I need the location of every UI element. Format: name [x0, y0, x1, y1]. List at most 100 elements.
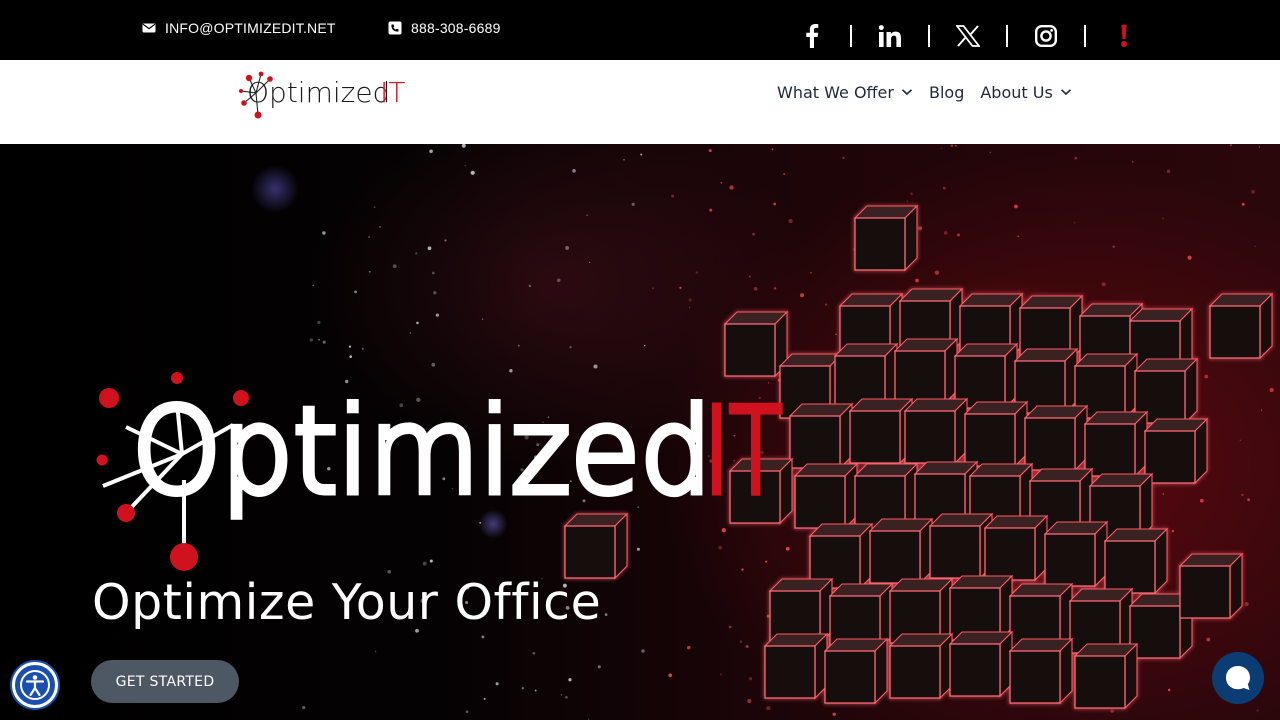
particle: [431, 271, 435, 275]
header-logo-text: Optimized: [247, 76, 390, 109]
particle: [1166, 169, 1171, 173]
particle: [1254, 245, 1256, 248]
cube: [1024, 405, 1088, 471]
particle: [431, 362, 436, 367]
chat-bubble-icon: [1226, 666, 1250, 690]
nav-item-what-we-offer[interactable]: What We Offer: [777, 80, 913, 104]
particle: [1167, 688, 1171, 692]
get-started-button[interactable]: GET STARTED: [91, 660, 239, 703]
particle: [753, 286, 758, 291]
nav-item-label: Blog: [928, 82, 965, 102]
accessibility-button[interactable]: [12, 662, 58, 708]
particle: [433, 291, 437, 295]
particle: [465, 710, 469, 714]
particle: [470, 170, 475, 175]
hero-title: Optimize Your Office: [92, 574, 602, 631]
hero-logo-text: Optimized: [132, 382, 712, 520]
particle: [668, 673, 673, 678]
particle: [934, 270, 940, 275]
particle: [429, 149, 433, 154]
particle: [1110, 709, 1114, 713]
particle: [957, 233, 960, 237]
particle: [1162, 217, 1164, 220]
particle: [739, 640, 743, 643]
particle: [728, 625, 732, 629]
hero-optimized-it-logo: Optimized IT: [96, 372, 786, 571]
particle: [623, 159, 625, 161]
particle: [517, 344, 520, 347]
particle: [464, 164, 467, 167]
particle: [720, 181, 723, 184]
particle: [954, 144, 957, 147]
particle: [1256, 709, 1259, 712]
chat-widget-button[interactable]: [1212, 652, 1264, 704]
particle: [832, 712, 836, 716]
accessibility-icon: [20, 670, 50, 700]
email-text: INFO@OPTIMIZEDIT.NET: [165, 20, 336, 36]
particle: [747, 698, 752, 704]
particle: [729, 185, 734, 190]
cube: [869, 518, 933, 584]
particle: [1074, 156, 1078, 160]
particle: [1239, 439, 1241, 441]
instagram-icon[interactable]: [1034, 24, 1058, 48]
particle: [409, 332, 412, 334]
nav-item-blog[interactable]: Blog: [929, 80, 964, 104]
hero-logo-accent: IT: [704, 382, 782, 520]
particle: [835, 333, 837, 336]
particle: [349, 355, 353, 358]
nav-item-label: What We Offer: [777, 82, 894, 102]
cube: [824, 638, 888, 704]
particle: [652, 287, 655, 290]
particle: [686, 645, 691, 650]
particle: [748, 275, 751, 278]
particle: [679, 286, 682, 289]
particle: [1132, 161, 1134, 163]
social-divider: [850, 25, 852, 47]
social-divider: [928, 25, 930, 47]
particle: [1260, 409, 1263, 411]
main-nav: What We Offer Blog About Us: [777, 80, 1088, 104]
email-link[interactable]: INFO@OPTIMIZEDIT.NET: [142, 20, 336, 36]
cube: [809, 523, 873, 589]
particle: [481, 635, 485, 639]
particle: [569, 345, 572, 349]
particle: [671, 194, 675, 198]
particle: [368, 270, 371, 273]
cube: [1009, 583, 1073, 649]
particle: [910, 192, 913, 195]
optimized-it-logo[interactable]: Optimized IT: [236, 65, 408, 123]
cube: [849, 398, 913, 464]
particle: [773, 287, 777, 290]
nav-item-label: About Us: [980, 82, 1053, 102]
particle: [1101, 282, 1106, 287]
linkedin-icon[interactable]: [878, 24, 902, 48]
cube: [834, 343, 898, 409]
particle: [1204, 374, 1209, 379]
particle: [783, 172, 786, 176]
particle: [521, 687, 524, 690]
particle: [368, 236, 370, 238]
particle: [374, 650, 377, 653]
particle: [415, 252, 418, 255]
particle: [1269, 387, 1274, 393]
particle: [354, 290, 357, 294]
x-icon[interactable]: [956, 24, 980, 48]
particle: [708, 149, 712, 153]
phone-link[interactable]: 888-308-6689: [388, 20, 501, 36]
yelp-icon[interactable]: [1112, 24, 1136, 48]
particle: [373, 206, 376, 208]
particle: [565, 695, 568, 699]
particle: [1187, 255, 1192, 260]
particle: [748, 677, 753, 681]
particle: [1244, 602, 1249, 607]
particle: [1258, 146, 1261, 148]
particle: [312, 284, 315, 287]
cube: [984, 515, 1048, 581]
facebook-icon[interactable]: [800, 24, 824, 48]
particle: [824, 303, 828, 306]
cube: [829, 583, 893, 649]
nav-item-about-us[interactable]: About Us: [980, 80, 1071, 104]
particle: [318, 338, 321, 341]
particle: [322, 231, 326, 235]
